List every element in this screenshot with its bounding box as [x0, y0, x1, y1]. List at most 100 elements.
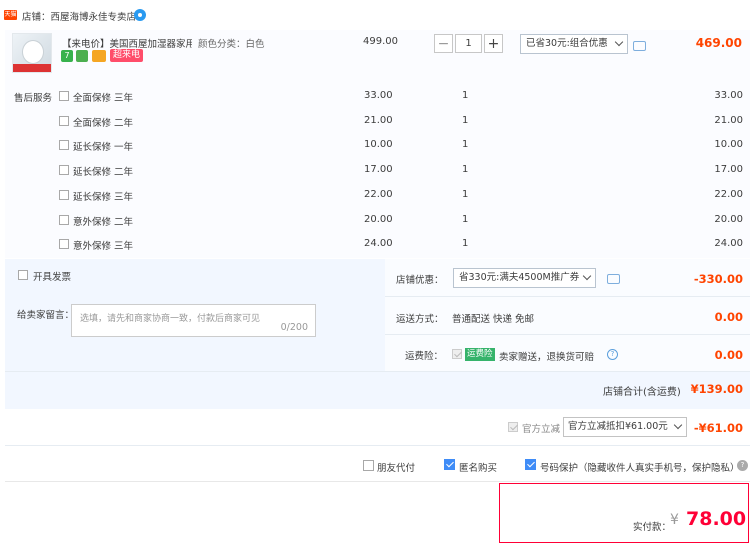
- service-checkbox[interactable]: [59, 115, 69, 126]
- store-service-icon: [76, 50, 88, 62]
- official-discount-select[interactable]: 官方立减抵扣¥61.00元: [563, 417, 687, 437]
- service-quantity: 1: [462, 213, 469, 225]
- shop-name-link[interactable]: 店铺：西屋海博永佳专卖店: [22, 9, 136, 23]
- service-price: 21.00: [364, 114, 393, 126]
- service-price: 33.00: [364, 90, 393, 101]
- shop-discount-select[interactable]: 省330元:满夫4500M推广券: [453, 268, 596, 288]
- service-subtotal: 20.00: [714, 213, 743, 225]
- service-name: 延长保修 三年: [73, 191, 134, 203]
- service-row: 延长保修 三年 22.00 1 22.00: [0, 188, 750, 212]
- chevron-down-icon: [673, 420, 683, 430]
- service-name: 全面保修 二年: [73, 117, 134, 129]
- official-discount-amount: -¥61.00: [693, 421, 743, 435]
- service-price: 20.00: [364, 213, 393, 225]
- anonymous-label: 匿名购买: [459, 463, 498, 474]
- service-subtotal: 33.00: [714, 90, 743, 101]
- service-name: 延长保修 二年: [73, 167, 134, 179]
- divider: [385, 334, 750, 335]
- service-row: 延长保修 一年 10.00 1 10.00: [0, 138, 750, 162]
- service-subtotal: 22.00: [714, 188, 743, 200]
- divider: [385, 296, 750, 297]
- memo-char-count: 0/200: [280, 322, 308, 333]
- freight-insurance-text: 卖家赠送，退换货可赔: [499, 352, 595, 363]
- comment-icon[interactable]: [633, 41, 646, 51]
- delivery-amount: 0.00: [714, 310, 743, 324]
- service-row: 意外保修 三年 24.00 1 24.00: [0, 237, 750, 261]
- quantity-increase-button[interactable]: +: [484, 34, 503, 53]
- shop-discount-value: 省330元:满夫4500M推广券: [459, 272, 580, 283]
- invoice-checkbox[interactable]: [18, 270, 28, 280]
- service-name: 意外保修 二年: [73, 216, 134, 228]
- service-quantity: 1: [462, 139, 469, 151]
- service-subtotal: 24.00: [714, 238, 743, 250]
- number-protect-label: 号码保护（隐藏收件人真实手机号，保护隐私）: [540, 463, 740, 474]
- divider: [5, 371, 750, 372]
- promo-tag: 超来电: [110, 49, 144, 62]
- card-payment-icon: [92, 50, 106, 62]
- chevron-down-icon: [582, 271, 592, 281]
- memo-placeholder: 选填，请先和商家协商一致，付款后商家可见: [80, 314, 261, 324]
- divider: [5, 481, 750, 482]
- unit-price: 499.00: [363, 36, 398, 47]
- product-title[interactable]: 【来电价】美国西屋加湿器家用...: [62, 36, 192, 50]
- item-promo-select[interactable]: 已省30元:组合优惠: [520, 34, 628, 54]
- service-checkbox[interactable]: [59, 214, 69, 225]
- service-checkbox[interactable]: [59, 91, 69, 101]
- payment-summary: 实付款： ¥ 78.00: [499, 483, 749, 543]
- official-discount-label: 官方立减: [522, 424, 561, 435]
- help-icon[interactable]: ?: [737, 460, 748, 471]
- help-icon[interactable]: ?: [607, 349, 618, 360]
- anonymous-checkbox[interactable]: [444, 459, 455, 470]
- invoice-label: 开具发票: [33, 272, 72, 283]
- friend-pay-label: 朋友代付: [377, 463, 416, 474]
- shop-total-amount: ¥139.00: [690, 382, 743, 396]
- divider: [5, 445, 750, 446]
- service-subtotal: 10.00: [714, 139, 743, 151]
- service-price: 24.00: [364, 238, 393, 250]
- seller-memo-textarea[interactable]: 选填，请先和商家协商一致，付款后商家可见 0/200: [71, 304, 316, 337]
- service-row: 全面保修 二年 21.00 1 21.00: [0, 114, 750, 138]
- freight-insurance-checkbox: [452, 349, 462, 359]
- comment-icon[interactable]: [607, 274, 620, 284]
- friend-pay-checkbox[interactable]: [363, 460, 374, 471]
- chat-icon[interactable]: [134, 9, 146, 21]
- service-checkbox[interactable]: [59, 239, 69, 250]
- service-checkbox[interactable]: [59, 140, 69, 151]
- service-row: 意外保修 二年 20.00 1 20.00: [0, 213, 750, 237]
- service-checkbox[interactable]: [59, 189, 69, 200]
- service-name: 延长保修 一年: [73, 142, 134, 154]
- currency-symbol: ¥: [670, 512, 679, 528]
- service-subtotal: 17.00: [714, 164, 743, 176]
- quantity-input[interactable]: 1: [455, 34, 482, 53]
- service-quantity: 1: [462, 90, 469, 101]
- item-promo-value: 已省30元:组合优惠: [526, 38, 608, 49]
- service-name: 意外保修 三年: [73, 241, 134, 253]
- delivery-label: 运送方式：: [396, 314, 444, 325]
- payment-amount: 78.00: [686, 508, 747, 530]
- official-discount-checkbox: [508, 422, 518, 432]
- sku-property: 颜色分类：白色: [198, 39, 265, 50]
- shop-discount-amount: -330.00: [693, 272, 743, 286]
- service-price: 17.00: [364, 164, 393, 176]
- quantity-decrease-button[interactable]: −: [434, 34, 453, 53]
- item-subtotal: 469.00: [695, 36, 742, 50]
- number-protect-checkbox[interactable]: [525, 459, 536, 470]
- seven-day-return-icon: 7: [61, 50, 73, 62]
- shop-discount-label: 店铺优惠：: [396, 275, 444, 286]
- service-row: 全面保修 三年 33.00 1 33.00: [0, 89, 750, 113]
- service-price: 10.00: [364, 139, 393, 151]
- service-name: 全面保修 三年: [73, 93, 134, 104]
- tmall-badge: 天猫: [4, 10, 17, 20]
- freight-insurance-badge: 运费险: [465, 348, 495, 361]
- service-checkbox[interactable]: [59, 165, 69, 176]
- service-subtotal: 21.00: [714, 114, 743, 126]
- payment-label: 实付款：: [633, 522, 672, 533]
- service-row: 延长保修 二年 17.00 1 17.00: [0, 163, 750, 187]
- service-price: 22.00: [364, 188, 393, 200]
- freight-insurance-amount: 0.00: [714, 348, 743, 362]
- service-quantity: 1: [462, 238, 469, 250]
- service-quantity: 1: [462, 188, 469, 200]
- product-thumbnail[interactable]: [12, 33, 52, 73]
- service-quantity: 1: [462, 114, 469, 126]
- chevron-down-icon: [614, 37, 624, 47]
